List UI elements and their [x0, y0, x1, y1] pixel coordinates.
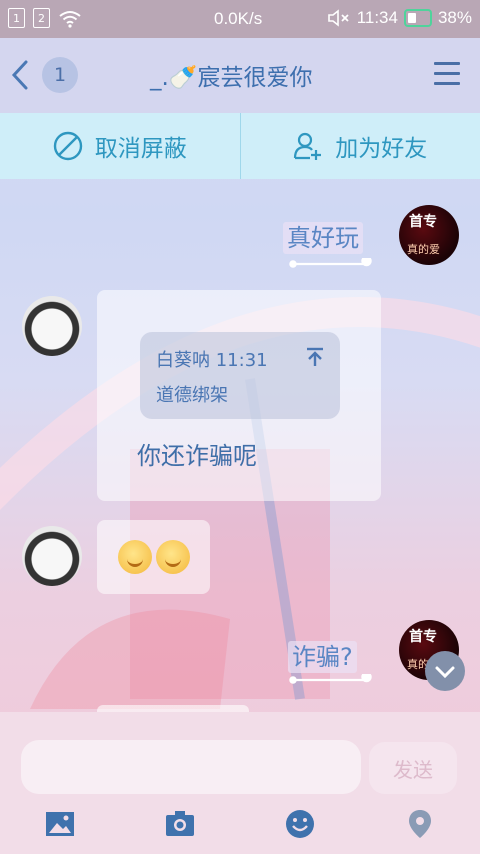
quoted-message-text: 道德绑架 — [156, 385, 228, 406]
message-text: 诈骗? — [288, 641, 357, 673]
wifi-icon — [59, 11, 81, 28]
quoted-message-header: 白葵呐 11:31 — [156, 350, 268, 371]
emoji-icon[interactable] — [285, 809, 315, 839]
mute-icon — [327, 9, 349, 27]
image-icon[interactable] — [45, 809, 75, 839]
scroll-down-button[interactable] — [425, 651, 465, 691]
hehe-emoji-icon — [155, 540, 190, 574]
sim1-icon: 1 — [8, 8, 25, 28]
battery-percent: 38% — [437, 8, 472, 27]
message-bubble-self[interactable]: 真好玩 — [283, 218, 363, 254]
bunny-swing-decoration — [289, 674, 372, 684]
hehe-emoji-icon — [117, 540, 152, 574]
message-bubble-self[interactable]: 诈骗? — [288, 637, 357, 673]
network-speed: 0.0K/s — [214, 9, 263, 28]
block-icon — [53, 131, 82, 161]
unread-count-badge[interactable]: 1 — [42, 57, 78, 93]
add-friend-label: 加为好友 — [335, 136, 428, 162]
message-input[interactable] — [21, 740, 361, 794]
chat-title: _.🍼宸芸很爱你 — [150, 65, 313, 91]
status-bar: 1 2 0.0K/s 11:34 38% — [0, 0, 480, 38]
add-friend-button[interactable]: 加为好友 — [241, 113, 480, 179]
scroll-down-icon — [435, 666, 455, 679]
clock: 11:34 — [356, 8, 398, 27]
contact-avatar[interactable] — [22, 296, 82, 356]
stranger-action-bar: 取消屏蔽 加为好友 — [0, 113, 480, 179]
contact-avatar[interactable] — [22, 526, 82, 586]
status-left: 1 2 — [8, 8, 82, 28]
sim2-icon: 2 — [33, 8, 50, 28]
back-icon[interactable] — [8, 56, 32, 94]
message-text: 你还诈骗呢 — [137, 442, 257, 470]
reply-arrow-icon[interactable] — [304, 346, 326, 368]
message-text: 真好玩 — [283, 222, 363, 254]
unblock-button[interactable]: 取消屏蔽 — [0, 113, 240, 179]
location-icon[interactable] — [405, 809, 435, 839]
camera-icon[interactable] — [165, 809, 195, 839]
self-avatar[interactable]: 首专 真的爱 — [399, 205, 459, 265]
status-right: 11:34 38% — [327, 8, 472, 28]
add-friend-icon — [294, 132, 322, 160]
message-bubble-emoji[interactable] — [97, 520, 210, 594]
bunny-swing-decoration — [289, 258, 372, 268]
battery-icon — [403, 9, 432, 27]
send-button[interactable]: 发送 — [369, 742, 457, 794]
menu-icon[interactable] — [434, 62, 460, 86]
unblock-label: 取消屏蔽 — [94, 136, 187, 162]
